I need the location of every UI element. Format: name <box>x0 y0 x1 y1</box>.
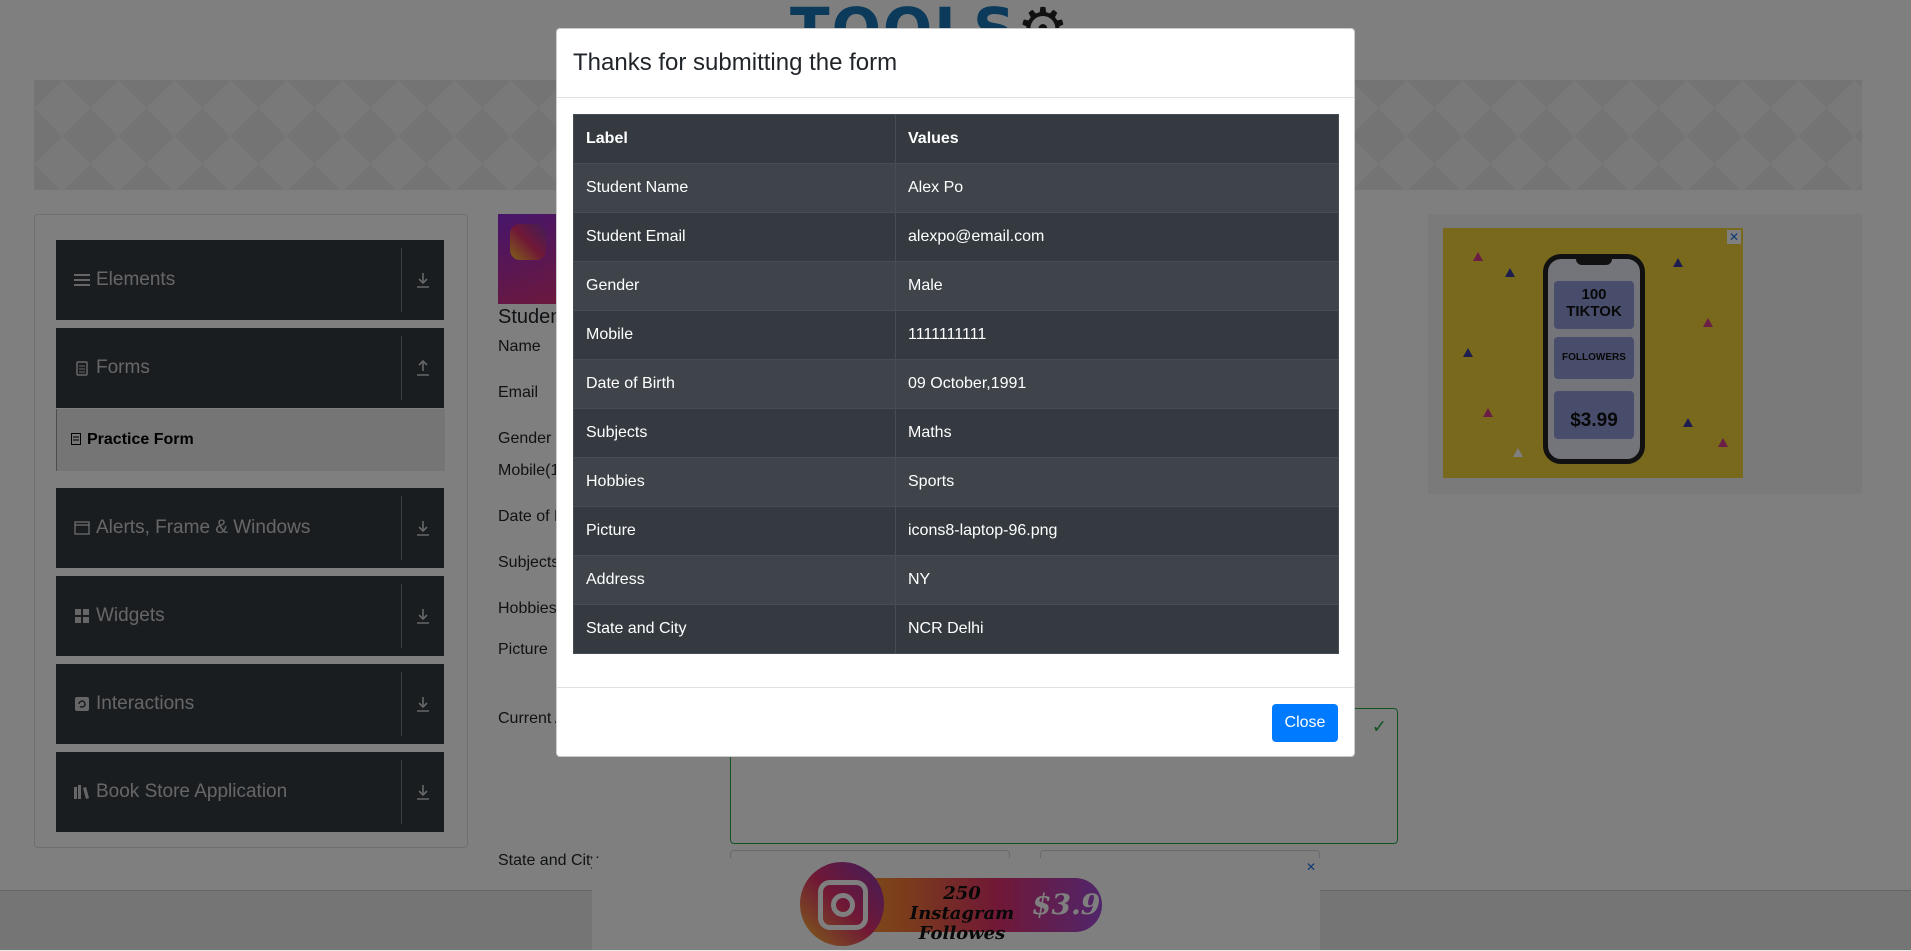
column-header-label: Label <box>573 114 896 164</box>
table-row: Address NY <box>573 555 1339 605</box>
table-row: Picture icons8-laptop-96.png <box>573 506 1339 556</box>
row-label: Subjects <box>573 408 896 458</box>
table-row: Hobbies Sports <box>573 457 1339 507</box>
results-table-wrapper: Label Values Student Name Alex Po Student… <box>573 114 1339 654</box>
row-label: Student Name <box>573 163 896 213</box>
row-label: Address <box>573 555 896 605</box>
row-label: Date of Birth <box>573 359 896 409</box>
column-header-values: Values <box>895 114 1339 164</box>
table-row: Subjects Maths <box>573 408 1339 458</box>
table-row: Date of Birth 09 October,1991 <box>573 359 1339 409</box>
modal-title: Thanks for submitting the form <box>573 49 898 76</box>
close-modal-button[interactable]: Close <box>1272 704 1338 742</box>
row-label: Gender <box>573 261 896 311</box>
row-label: Hobbies <box>573 457 896 507</box>
row-value: Male <box>895 261 1339 311</box>
row-label: Mobile <box>573 310 896 360</box>
row-value: NY <box>895 555 1339 605</box>
table-row: State and City NCR Delhi <box>573 604 1339 654</box>
modal-footer: Close <box>557 687 1354 757</box>
row-label: Student Email <box>573 212 896 262</box>
row-label: Picture <box>573 506 896 556</box>
row-value: Alex Po <box>895 163 1339 213</box>
submission-modal: Thanks for submitting the form Label Val… <box>556 28 1355 757</box>
table-row: Student Email alexpo@email.com <box>573 212 1339 262</box>
row-value: 1111111111 <box>895 310 1339 360</box>
row-label: State and City <box>573 604 896 654</box>
row-value: Sports <box>895 457 1339 507</box>
row-value: alexpo@email.com <box>895 212 1339 262</box>
row-value: Maths <box>895 408 1339 458</box>
modal-header: Thanks for submitting the form <box>557 29 1354 98</box>
results-table: Label Values Student Name Alex Po Student… <box>573 114 1339 654</box>
table-row: Gender Male <box>573 261 1339 311</box>
table-header-row: Label Values <box>573 114 1339 164</box>
table-row: Mobile 1111111111 <box>573 310 1339 360</box>
row-value: icons8-laptop-96.png <box>895 506 1339 556</box>
table-row: Student Name Alex Po <box>573 163 1339 213</box>
row-value: NCR Delhi <box>895 604 1339 654</box>
row-value: 09 October,1991 <box>895 359 1339 409</box>
